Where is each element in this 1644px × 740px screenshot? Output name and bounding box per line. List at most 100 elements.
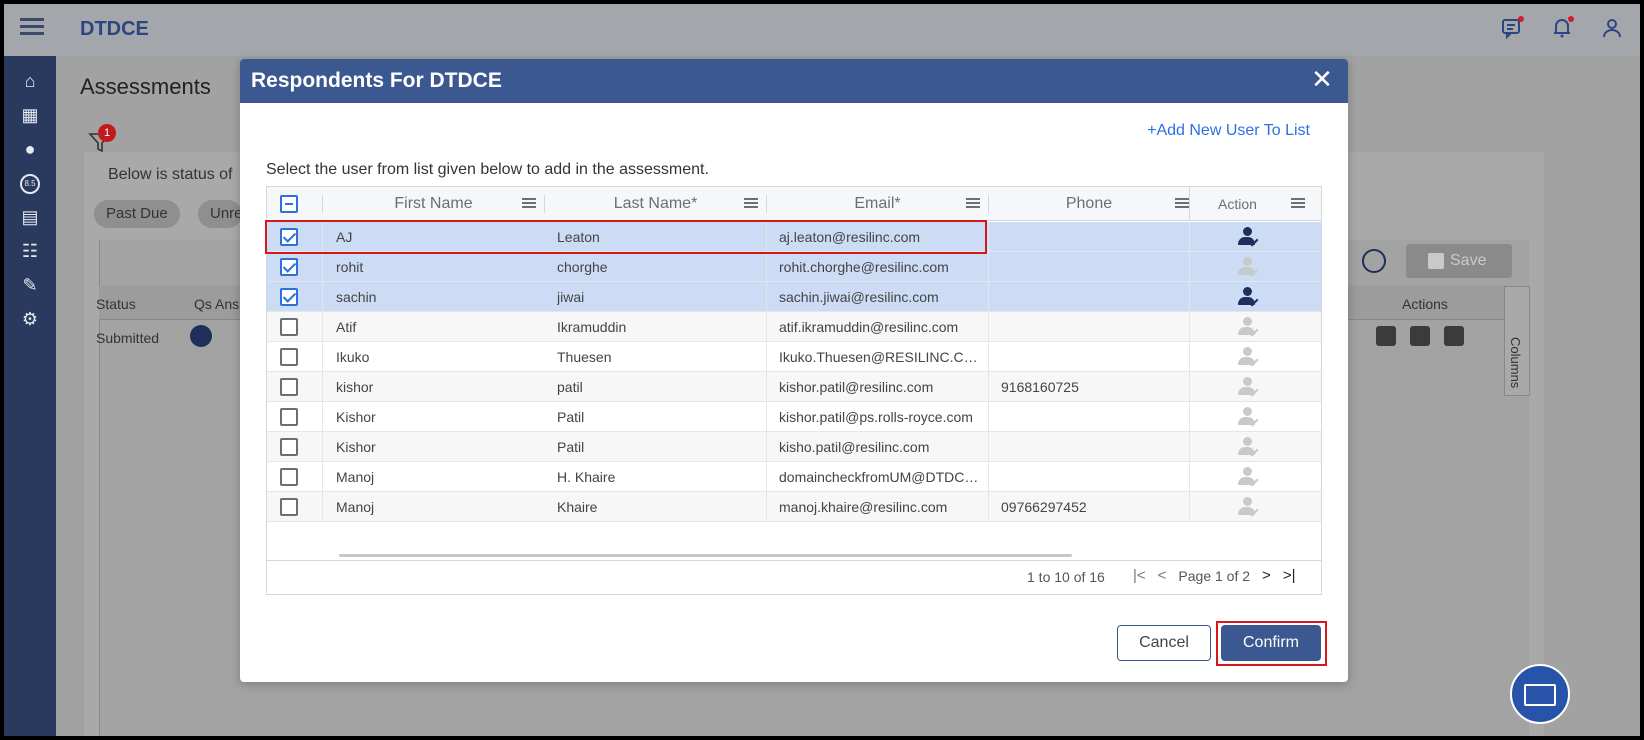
table-row[interactable]: kishor patil kishor.patil@resilinc.com 9… bbox=[267, 372, 1321, 402]
row-checkbox[interactable] bbox=[280, 258, 298, 276]
cancel-button[interactable]: Cancel bbox=[1117, 625, 1211, 661]
mail-fab-button[interactable] bbox=[1510, 664, 1570, 724]
past-due-pill[interactable]: Past Due bbox=[94, 200, 180, 228]
column-first-name[interactable]: First Name bbox=[323, 187, 544, 221]
row-checkbox[interactable] bbox=[280, 408, 298, 426]
history-icon[interactable] bbox=[1444, 326, 1464, 346]
column-menu-icon[interactable] bbox=[1175, 198, 1189, 209]
row-checkbox[interactable] bbox=[280, 378, 298, 396]
cell-phone: 09766297452 bbox=[1001, 499, 1087, 515]
clipboard-icon[interactable]: ▤ bbox=[4, 200, 56, 234]
column-email[interactable]: Email* bbox=[767, 187, 988, 221]
assign-user-icon[interactable] bbox=[1238, 257, 1262, 279]
page-title: Assessments bbox=[80, 74, 211, 99]
last-page-icon[interactable]: >| bbox=[1283, 567, 1296, 584]
document-icon[interactable] bbox=[1410, 326, 1430, 346]
assign-user-icon[interactable] bbox=[1238, 317, 1262, 339]
assign-user-icon[interactable] bbox=[1238, 377, 1262, 399]
cell-last-name: H. Khaire bbox=[557, 469, 616, 485]
cell-email: manoj.khaire@resilinc.com bbox=[779, 499, 948, 515]
hierarchy-icon[interactable]: ☷ bbox=[4, 234, 56, 268]
cell-phone bbox=[1001, 252, 1181, 282]
hamburger-menu-icon[interactable] bbox=[20, 18, 44, 40]
table-row[interactable]: Manoj H. Khaire domaincheckfromUM@DTDCE.… bbox=[267, 462, 1321, 492]
cell-last-name: Khaire bbox=[557, 499, 598, 515]
table-row[interactable]: Manoj Khaire manoj.khaire@resilinc.com 0… bbox=[267, 492, 1321, 522]
select-all-checkbox[interactable] bbox=[280, 195, 298, 213]
assign-user-icon[interactable] bbox=[1238, 497, 1262, 519]
cell-phone bbox=[1001, 312, 1181, 342]
user-icon[interactable] bbox=[1600, 16, 1624, 40]
cell-last-name: jiwai bbox=[557, 289, 585, 305]
column-phone[interactable]: Phone bbox=[989, 187, 1189, 221]
assign-user-icon[interactable] bbox=[1238, 227, 1262, 249]
column-last-name[interactable]: Last Name* bbox=[545, 187, 766, 221]
top-icons bbox=[1500, 16, 1624, 40]
columns-tab[interactable]: Columns bbox=[1504, 286, 1530, 396]
cell-first-name: Atif bbox=[336, 319, 357, 335]
cell-phone: 9168160725 bbox=[1001, 379, 1079, 395]
table-row[interactable]: Kishor Patil kishor.patil@ps.rolls-royce… bbox=[267, 402, 1321, 432]
column-menu-icon[interactable] bbox=[744, 198, 758, 209]
column-last-name-label: Last Name* bbox=[613, 195, 698, 212]
assign-user-icon[interactable] bbox=[1238, 347, 1262, 369]
next-page-icon[interactable]: > bbox=[1262, 567, 1271, 584]
cell-phone bbox=[1001, 402, 1181, 432]
cell-email: domaincheckfromUM@DTDCE... bbox=[779, 469, 984, 485]
gear-icon[interactable]: ⚙ bbox=[4, 302, 56, 336]
table-row[interactable]: Kishor Patil kisho.patil@resilinc.com bbox=[267, 432, 1321, 462]
cell-email: kishor.patil@ps.rolls-royce.com bbox=[779, 409, 973, 425]
cell-first-name: sachin bbox=[336, 289, 377, 305]
chat-alert-icon[interactable] bbox=[1500, 16, 1524, 40]
assign-user-icon[interactable] bbox=[1238, 407, 1262, 429]
calendar-icon[interactable]: ▦ bbox=[4, 98, 56, 132]
prev-page-icon[interactable]: < bbox=[1158, 567, 1167, 584]
user-settings-icon[interactable]: ● bbox=[4, 132, 56, 166]
column-action[interactable]: Action bbox=[1190, 187, 1321, 221]
unresponded-pill[interactable]: Unre bbox=[198, 200, 242, 228]
status-column-header[interactable]: Status bbox=[96, 296, 136, 312]
row-checkbox[interactable] bbox=[280, 288, 298, 306]
grid-footer: 1 to 10 of 16 |< < Page 1 of 2 > >| bbox=[267, 560, 1321, 594]
cell-last-name: Patil bbox=[557, 409, 585, 425]
row-checkbox[interactable] bbox=[280, 318, 298, 336]
row-checkbox[interactable] bbox=[280, 498, 298, 516]
save-button[interactable]: Save bbox=[1406, 244, 1512, 278]
column-phone-label: Phone bbox=[1065, 195, 1113, 212]
cell-last-name: patil bbox=[557, 379, 583, 395]
pagination: |< < Page 1 of 2 > >| bbox=[1133, 567, 1295, 584]
column-menu-icon[interactable] bbox=[966, 198, 980, 209]
horizontal-scrollbar[interactable] bbox=[339, 554, 1072, 557]
assign-user-icon[interactable] bbox=[1238, 287, 1262, 309]
table-row[interactable]: rohit chorghe rohit.chorghe@resilinc.com bbox=[267, 252, 1321, 282]
cell-last-name: Thuesen bbox=[557, 349, 612, 365]
refresh-icon[interactable] bbox=[1362, 249, 1386, 273]
comment-icon[interactable] bbox=[1376, 326, 1396, 346]
qs-answered-column-header[interactable]: Qs Ans bbox=[194, 296, 239, 312]
user-edit-icon[interactable]: ✎ bbox=[4, 268, 56, 302]
cell-first-name: Manoj bbox=[336, 499, 375, 515]
assign-user-icon[interactable] bbox=[1238, 467, 1262, 489]
bell-icon[interactable] bbox=[1550, 16, 1574, 40]
row-checkbox[interactable] bbox=[280, 468, 298, 486]
assign-user-icon[interactable] bbox=[1238, 437, 1262, 459]
close-icon[interactable]: ✕ bbox=[1310, 66, 1334, 92]
column-menu-icon[interactable] bbox=[522, 198, 536, 209]
cell-first-name: Kishor bbox=[336, 439, 376, 455]
first-page-icon[interactable]: |< bbox=[1133, 567, 1146, 584]
cell-first-name: Ikuko bbox=[336, 349, 370, 365]
cell-phone bbox=[1001, 342, 1181, 372]
row-checkbox[interactable] bbox=[280, 438, 298, 456]
table-row[interactable]: Atif Ikramuddin atif.ikramuddin@resilinc… bbox=[267, 312, 1321, 342]
add-new-user-link[interactable]: +Add New User To List bbox=[1147, 122, 1310, 140]
cell-phone bbox=[1001, 222, 1181, 252]
table-row[interactable]: Ikuko Thuesen Ikuko.Thuesen@RESILINC.COM bbox=[267, 342, 1321, 372]
column-menu-icon[interactable] bbox=[1291, 198, 1305, 209]
home-icon[interactable]: ⌂ bbox=[4, 64, 56, 98]
cell-first-name: Manoj bbox=[336, 469, 375, 485]
page-indicator: Page 1 of 2 bbox=[1178, 567, 1251, 584]
table-row[interactable]: sachin jiwai sachin.jiwai@resilinc.com bbox=[267, 282, 1321, 312]
score-icon[interactable]: 8.5 bbox=[4, 166, 56, 200]
row-checkbox[interactable] bbox=[280, 348, 298, 366]
mail-icon bbox=[1524, 684, 1556, 706]
